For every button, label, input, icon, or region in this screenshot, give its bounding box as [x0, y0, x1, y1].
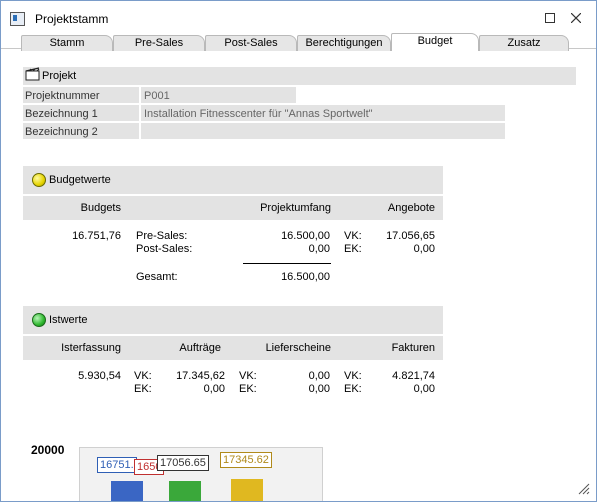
tab-budget[interactable]: Budget: [391, 33, 479, 51]
isterfassung-value: 5.930,54: [78, 370, 121, 382]
sum-divider-line: [243, 263, 331, 264]
resize-grip-icon[interactable]: [578, 483, 590, 495]
chart-label-budget: 16751.: [97, 457, 137, 473]
bezeichnung1-label: Bezeichnung 1: [25, 108, 98, 120]
lieferscheine-ek-label: EK:: [239, 383, 257, 395]
pre-sales-value: 16.500,00: [281, 230, 330, 242]
budgetwerte-title: Budgetwerte: [49, 174, 111, 186]
tab-post-sales[interactable]: Post-Sales: [205, 35, 297, 51]
app-window-icon: [10, 12, 25, 26]
yellow-status-lamp-icon: [32, 173, 46, 187]
maximize-button[interactable]: [537, 7, 563, 29]
auftraege-header: Aufträge: [179, 342, 221, 354]
fakturen-vk-value: 4.821,74: [392, 370, 435, 382]
chart-bar-yellow: [231, 479, 263, 501]
tab-stamm[interactable]: Stamm: [21, 35, 113, 51]
post-sales-label: Post-Sales:: [136, 243, 193, 255]
istwerte-title: Istwerte: [49, 314, 88, 326]
post-sales-value: 0,00: [308, 243, 330, 255]
chart-label-angebote: 17056.65: [157, 455, 209, 471]
window-title: Projektstamm: [35, 12, 109, 26]
tab-berechtigungen[interactable]: Berechtigungen: [297, 35, 391, 51]
gesamt-value: 16.500,00: [281, 271, 330, 283]
chart-bar-blue: [111, 481, 143, 501]
chart-bar-green: [169, 481, 201, 501]
fakturen-ek-value: 0,00: [413, 383, 435, 395]
bezeichnung1-value: Installation Fitnesscenter für "Annas Sp…: [144, 108, 373, 120]
projektnummer-value: P001: [144, 90, 170, 102]
isterfassung-header: Isterfassung: [61, 342, 121, 354]
close-button[interactable]: [563, 7, 589, 29]
budget-value: 16.751,76: [72, 230, 121, 242]
fakturen-ek-label: EK:: [344, 383, 362, 395]
angebote-vk-value: 17.056,65: [386, 230, 435, 242]
angebote-vk-label: VK:: [344, 230, 362, 242]
budgets-header: Budgets: [80, 202, 121, 214]
auftraege-vk-value: 17.345,62: [176, 370, 225, 382]
auftraege-ek-label: EK:: [134, 383, 152, 395]
projekt-section-title: Projekt: [42, 70, 77, 82]
bezeichnung2-value-bg: [141, 123, 505, 139]
projekt-header-bar: [23, 67, 576, 85]
tab-pre-sales[interactable]: Pre-Sales: [113, 35, 205, 51]
lieferscheine-vk-value: 0,00: [308, 370, 330, 382]
angebote-ek-value: 0,00: [413, 243, 435, 255]
projektumfang-header: Projektumfang: [260, 202, 331, 214]
angebote-ek-label: EK:: [344, 243, 362, 255]
green-status-lamp-icon: [32, 313, 46, 327]
gesamt-label: Gesamt:: [136, 271, 178, 283]
fakturen-header: Fakturen: [391, 342, 435, 354]
auftraege-vk-label: VK:: [134, 370, 152, 382]
lieferscheine-header: Lieferscheine: [265, 342, 331, 354]
chart-label-auftraege: 17345.62: [220, 452, 272, 468]
fakturen-vk-label: VK:: [344, 370, 362, 382]
lieferscheine-vk-label: VK:: [239, 370, 257, 382]
projektnummer-label: Projektnummer: [25, 90, 100, 102]
lieferscheine-ek-value: 0,00: [308, 383, 330, 395]
close-icon: [570, 12, 582, 24]
clapperboard-icon: [25, 67, 40, 81]
bezeichnung2-label: Bezeichnung 2: [25, 126, 98, 138]
pre-sales-label: Pre-Sales:: [136, 230, 188, 242]
maximize-icon: [545, 13, 555, 23]
tab-strip: Stamm Pre-Sales Post-Sales Berechtigunge…: [15, 33, 595, 51]
auftraege-ek-value: 0,00: [203, 383, 225, 395]
chart-axis-max-label: 20000: [31, 443, 65, 457]
tab-zusatz[interactable]: Zusatz: [479, 35, 569, 51]
angebote-header: Angebote: [387, 202, 435, 214]
title-bar[interactable]: Projektstamm: [1, 1, 596, 33]
projektstamm-window: Projektstamm Stamm Pre-Sales Post-Sales …: [0, 0, 597, 502]
